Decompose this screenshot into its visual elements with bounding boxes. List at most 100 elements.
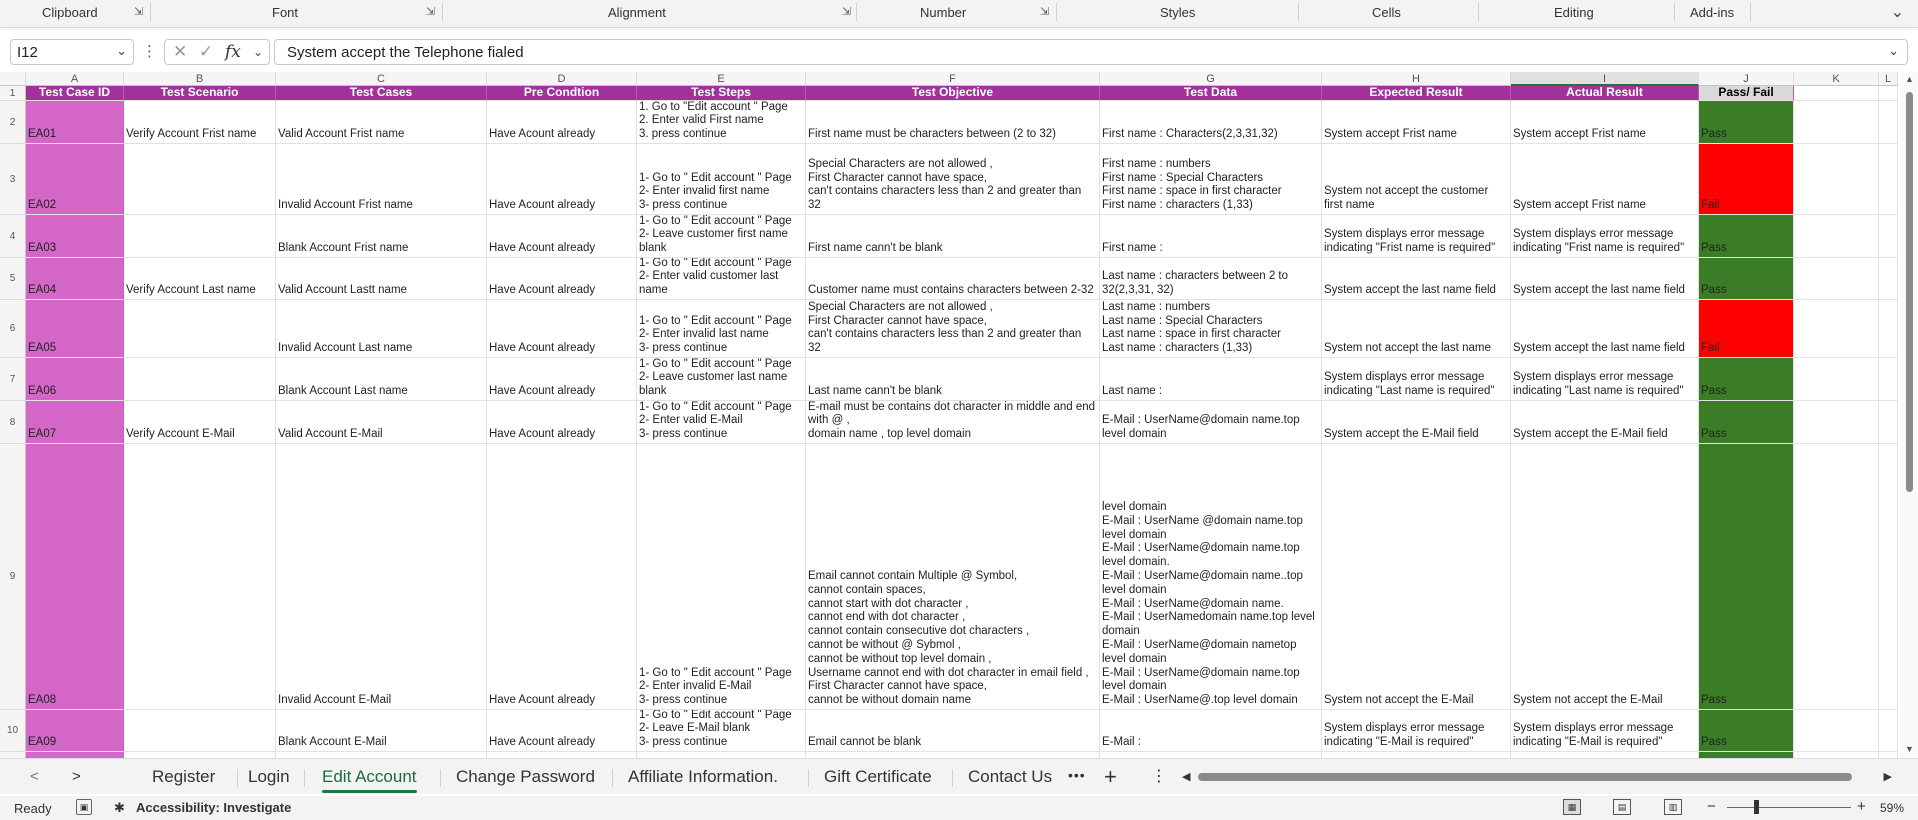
table-cell[interactable]: EA01	[26, 101, 124, 144]
scroll-right-icon[interactable]: ▶	[1884, 770, 1892, 783]
table-cell[interactable]: Invalid Account Frist name	[276, 144, 487, 215]
zoom-in-icon[interactable]: +	[1857, 798, 1866, 815]
result-cell[interactable]: Pass	[1699, 101, 1794, 144]
insert-function-fx-icon[interactable]: fx	[225, 42, 241, 62]
empty-cell[interactable]	[1879, 215, 1898, 258]
table-cell[interactable]: Email cannot be blank	[806, 710, 1100, 752]
ribbon-group-alignment[interactable]: Alignment	[608, 5, 666, 20]
empty-cell[interactable]	[1879, 710, 1898, 752]
table-cell[interactable]: System displays error message indicating…	[1322, 358, 1511, 401]
empty-cell[interactable]	[1794, 86, 1879, 101]
empty-cell[interactable]	[1879, 300, 1898, 358]
table-cell[interactable]: Have Acount already	[487, 710, 637, 752]
expand-formula-bar-icon[interactable]: ⌄	[1888, 43, 1899, 59]
horizontal-scroll-thumb[interactable]	[1198, 773, 1852, 781]
result-cell[interactable]: Fail	[1699, 300, 1794, 358]
empty-cell[interactable]	[1794, 444, 1879, 710]
ribbon-group-clipboard[interactable]: Clipboard	[42, 5, 98, 20]
table-cell[interactable]: System displays error message indicating…	[1511, 710, 1699, 752]
empty-cell[interactable]	[1794, 710, 1879, 752]
ribbon-group-styles[interactable]: Styles	[1160, 5, 1195, 20]
select-all-corner[interactable]	[0, 72, 26, 86]
table-cell[interactable]: Have Acount already	[487, 144, 637, 215]
table-cell[interactable]	[124, 215, 276, 258]
name-box[interactable]: I12 ⌄	[10, 39, 134, 65]
table-cell[interactable]: EA07	[26, 401, 124, 444]
table-cell[interactable]: System not accept the last name	[1322, 300, 1511, 358]
empty-cell[interactable]	[1879, 258, 1898, 300]
table-cell[interactable]: 1- Go to " Edit account " Page 2- Enter …	[637, 144, 806, 215]
column-header-b[interactable]: B	[124, 72, 276, 86]
row-header-8[interactable]: 8	[0, 401, 26, 444]
ribbon-group-font[interactable]: Font	[272, 5, 298, 20]
result-cell[interactable]: Pass	[1699, 444, 1794, 710]
zoom-slider-track[interactable]	[1727, 807, 1851, 808]
table-cell[interactable]: EA05	[26, 300, 124, 358]
table-cell[interactable]: EA09	[26, 710, 124, 752]
ribbon-group-cells[interactable]: Cells	[1372, 5, 1401, 20]
table-cell[interactable]: First name : Characters(2,3,31,32)	[1100, 101, 1322, 144]
table-cell[interactable]: First name : numbers First name : Specia…	[1100, 144, 1322, 215]
scroll-down-icon[interactable]: ▼	[1905, 744, 1914, 754]
tab-register[interactable]: Register	[152, 767, 215, 787]
vertical-scroll-thumb[interactable]	[1906, 92, 1913, 492]
table-cell[interactable]: System not accept the customer first nam…	[1322, 144, 1511, 215]
table-cell[interactable]: Have Acount already	[487, 401, 637, 444]
ribbon-collapse-chevron-icon[interactable]: ⌄	[1891, 2, 1904, 22]
macro-recorder-icon[interactable]: ▣	[76, 799, 92, 815]
table-cell[interactable]: Invalid Account E-Mail	[276, 444, 487, 710]
table-cell[interactable]: Have Acount already	[487, 444, 637, 710]
enter-check-icon[interactable]: ✓	[199, 42, 213, 62]
table-cell[interactable]: First name :	[1100, 215, 1322, 258]
table-cell[interactable]: E-Mail : UserName@domain name.top level …	[1100, 401, 1322, 444]
table-cell[interactable]: Verify Account Last name	[124, 258, 276, 300]
table-cell[interactable]: Last name : characters between 2 to 32(2…	[1100, 258, 1322, 300]
table-cell[interactable]	[124, 144, 276, 215]
table-cell[interactable]: System accept Frist name	[1322, 101, 1511, 144]
accessibility-status[interactable]: Accessibility: Investigate	[136, 800, 291, 815]
tab-edit-account[interactable]: Edit Account	[322, 767, 417, 793]
row-header-1[interactable]: 1	[0, 86, 26, 101]
table-cell[interactable]: System accept the E-Mail field	[1322, 401, 1511, 444]
empty-cell[interactable]	[1794, 258, 1879, 300]
clipboard-launcher-icon[interactable]: ⇲	[134, 6, 146, 18]
ribbon-group-editing[interactable]: Editing	[1554, 5, 1594, 20]
add-sheet-plus-icon[interactable]: +	[1104, 764, 1117, 790]
column-header-l[interactable]: L	[1879, 72, 1898, 86]
column-header-i[interactable]: I	[1511, 72, 1699, 86]
table-cell[interactable]: EA02	[26, 144, 124, 215]
formula-input[interactable]: System accept the Telephone fialed ⌄	[274, 39, 1908, 65]
table-cell[interactable]: System displays error message indicating…	[1511, 215, 1699, 258]
table-cell[interactable]: Verify Account Frist name	[124, 101, 276, 144]
table-cell[interactable]: EA03	[26, 215, 124, 258]
table-cell[interactable]: Last name cann't be blank	[806, 358, 1100, 401]
ribbon-group-number[interactable]: Number	[920, 5, 966, 20]
cancel-x-icon[interactable]: ✕	[173, 42, 187, 62]
number-launcher-icon[interactable]: ⇲	[1040, 6, 1052, 18]
empty-cell[interactable]	[1879, 144, 1898, 215]
table-cell[interactable]: 1- Go to " Edit account " Page 2- Leave …	[637, 710, 806, 752]
table-cell[interactable]: 1- Go to " Edit account " Page 2- Enter …	[637, 258, 806, 300]
scroll-up-icon[interactable]: ▲	[1905, 74, 1914, 84]
table-cell[interactable]: Valid Account Lastt name	[276, 258, 487, 300]
table-cell[interactable]: Special Characters are not allowed , Fir…	[806, 144, 1100, 215]
empty-cell[interactable]	[1794, 215, 1879, 258]
table-cell[interactable]: E-mail must be contains dot character in…	[806, 401, 1100, 444]
table-cell[interactable]: Blank Account Frist name	[276, 215, 487, 258]
column-header-j[interactable]: J	[1699, 72, 1794, 86]
horizontal-scrollbar[interactable]: ◀ ▶	[1180, 769, 1894, 785]
empty-cell[interactable]	[1879, 358, 1898, 401]
result-cell[interactable]: Pass	[1699, 401, 1794, 444]
empty-cell[interactable]	[1879, 101, 1898, 144]
result-cell[interactable]: Pass	[1699, 358, 1794, 401]
name-box-dropdown-icon[interactable]: ⌄	[116, 43, 127, 59]
table-cell[interactable]: 1- Go to " Edit account " Page 2- Enter …	[637, 444, 806, 710]
empty-cell[interactable]	[1794, 358, 1879, 401]
column-header-g[interactable]: G	[1100, 72, 1322, 86]
empty-cell[interactable]	[1879, 86, 1898, 101]
page-break-view-icon[interactable]: ▥	[1664, 799, 1682, 815]
worksheet-grid[interactable]: A B C D E F G H I J K L 1 Test Case ID Test Scenario Te…	[0, 72, 1898, 758]
tab-contact-us[interactable]: Contact Us	[968, 767, 1052, 787]
table-cell[interactable]: Special Characters are not allowed , Fir…	[806, 300, 1100, 358]
table-cell[interactable]: System displays error message indicating…	[1511, 358, 1699, 401]
